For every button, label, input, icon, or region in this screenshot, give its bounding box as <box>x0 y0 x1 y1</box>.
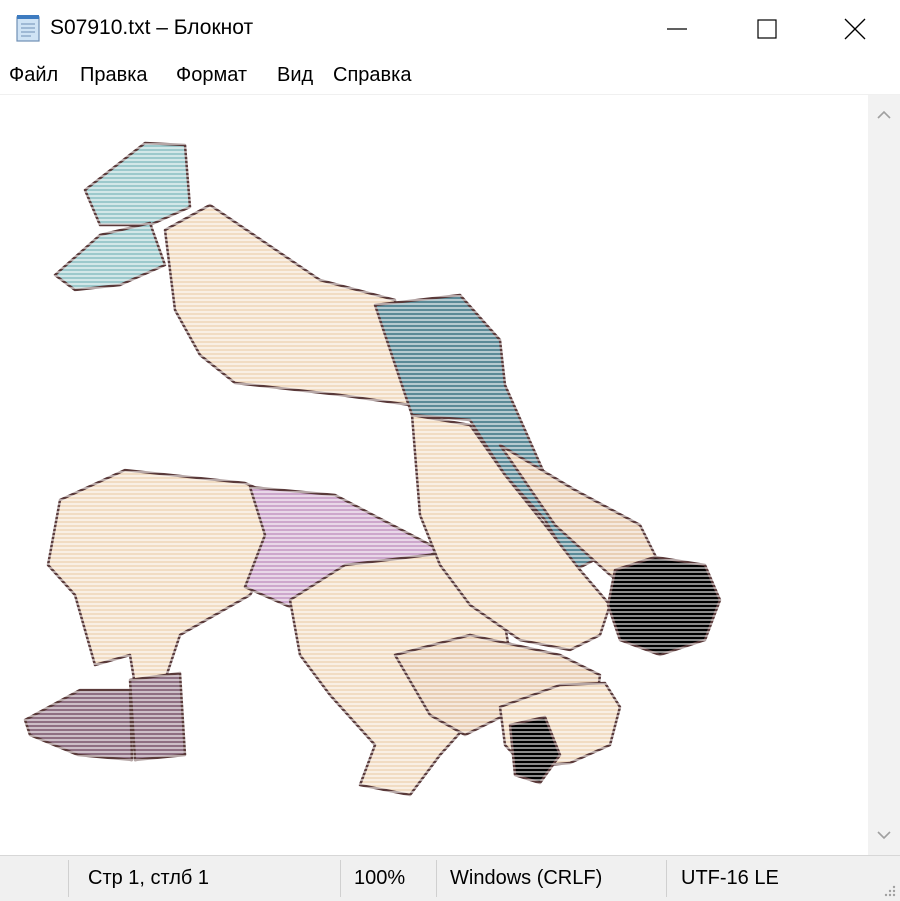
status-separator <box>340 860 341 897</box>
status-separator <box>436 860 437 897</box>
status-cursor-position: Стр 1, стлб 1 <box>88 867 210 889</box>
scroll-up-icon[interactable] <box>874 105 894 125</box>
top-wrestler-legs <box>163 203 412 407</box>
text-area[interactable] <box>0 95 868 855</box>
status-separator <box>666 860 667 897</box>
maximize-button[interactable] <box>722 0 812 58</box>
resize-grip-icon[interactable] <box>882 883 896 897</box>
minimize-icon <box>667 28 687 30</box>
bottom-wrestler-boot-right <box>128 671 187 762</box>
maximize-icon <box>757 19 777 39</box>
status-line-endings: Windows (CRLF) <box>450 867 603 889</box>
status-bar: Стр 1, стлб 1 100% Windows (CRLF) UTF-16… <box>0 855 900 901</box>
menu-edit[interactable]: Правка <box>79 64 149 87</box>
notepad-icon <box>16 15 40 42</box>
top-wrestler-sock-upper <box>83 141 192 227</box>
close-button[interactable] <box>810 0 900 58</box>
menu-file[interactable]: Файл <box>8 64 59 87</box>
status-separator <box>68 860 69 897</box>
close-icon <box>844 18 866 40</box>
top-wrestler-sock-lower <box>53 221 167 292</box>
window-title: S07910.txt – Блокнот <box>50 16 254 39</box>
menu-help[interactable]: Справка <box>332 64 412 87</box>
menu-bar: Файл Правка Формат Вид Справка <box>0 60 900 95</box>
scroll-down-icon[interactable] <box>874 825 894 845</box>
title-bar[interactable]: S07910.txt – Блокнот <box>0 0 900 58</box>
bottom-wrestler-boot-left <box>23 688 134 762</box>
menu-format[interactable]: Формат <box>175 64 248 87</box>
menu-view[interactable]: Вид <box>276 64 314 87</box>
vertical-scrollbar[interactable] <box>868 95 900 855</box>
minimize-button[interactable] <box>632 0 722 58</box>
status-encoding: UTF-16 LE <box>681 867 779 889</box>
status-zoom: 100% <box>354 867 406 889</box>
top-wrestler-head <box>606 555 722 657</box>
ascii-art-wrestlers <box>0 95 868 855</box>
